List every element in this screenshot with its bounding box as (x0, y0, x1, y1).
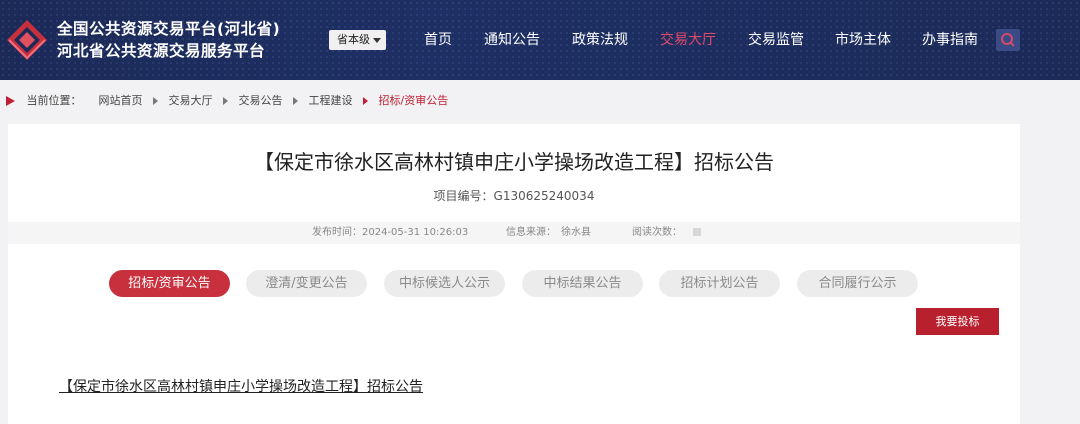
location-arrow-icon (6, 96, 15, 106)
info-source: 信息来源： 徐水县 (506, 227, 591, 238)
publish-time: 发布时间：2024-05-31 10:26:03 (312, 227, 469, 238)
breadcrumb-home[interactable]: 网站首页 (99, 92, 143, 110)
nav-trading-hall[interactable]: 交易大厅 (660, 30, 716, 50)
tab-tender-notice[interactable]: 招标/资审公告 (109, 270, 230, 297)
tab-candidates[interactable]: 中标候选人公示 (384, 270, 505, 297)
nav-policies[interactable]: 政策法规 (572, 30, 628, 50)
document-heading: 【保定市徐水区高林村镇申庄小学操场改造工程】招标公告 (59, 379, 423, 395)
chevron-down-icon (373, 38, 381, 43)
breadcrumb-trading-hall[interactable]: 交易大厅 (169, 92, 213, 110)
read-count-value (693, 228, 701, 236)
breadcrumb-current[interactable]: 招标/资审公告 (379, 92, 449, 110)
site-header: 全国公共资源交易平台(河北省) 河北省公共资源交易服务平台 省本级 首页 通知公… (0, 0, 1080, 80)
nav-notices[interactable]: 通知公告 (484, 30, 540, 50)
tab-award-result[interactable]: 中标结果公告 (522, 270, 643, 297)
chevron-right-icon (293, 97, 298, 105)
chevron-right-icon (363, 97, 368, 105)
chevron-right-icon (153, 97, 158, 105)
level-select[interactable]: 省本级 (329, 30, 386, 50)
article-meta: 发布时间：2024-05-31 10:26:03 信息来源： 徐水县 阅读次数： (8, 222, 1020, 244)
read-count-label: 阅读次数： (632, 227, 682, 238)
site-title-line1: 全国公共资源交易平台(河北省) (57, 20, 281, 38)
site-logo-icon[interactable] (5, 18, 49, 62)
nav-guide[interactable]: 办事指南 (922, 30, 978, 50)
nav-supervision[interactable]: 交易监管 (748, 30, 804, 50)
site-title[interactable]: 全国公共资源交易平台(河北省) 河北省公共资源交易服务平台 (57, 18, 280, 62)
search-button[interactable] (996, 29, 1020, 51)
search-icon (1001, 33, 1015, 47)
breadcrumb-engineering[interactable]: 工程建设 (309, 92, 353, 110)
tab-clarification[interactable]: 澄清/变更公告 (246, 270, 367, 297)
chevron-right-icon (223, 97, 228, 105)
tab-tender-plan[interactable]: 招标计划公告 (659, 270, 780, 297)
breadcrumb-label: 当前位置： (26, 94, 82, 107)
breadcrumb: 当前位置： 网站首页 交易大厅 交易公告 工程建设 招标/资审公告 (6, 92, 448, 110)
article-card: 【保定市徐水区高林村镇申庄小学操场改造工程】招标公告 项目编号：G1306252… (8, 124, 1020, 424)
bid-button[interactable]: 我要投标 (916, 308, 999, 335)
nav-market-entities[interactable]: 市场主体 (835, 30, 891, 50)
tab-contract-performance[interactable]: 合同履行公示 (797, 270, 918, 297)
breadcrumb-trading-notices[interactable]: 交易公告 (239, 92, 283, 110)
site-title-line2: 河北省公共资源交易服务平台 (57, 42, 266, 60)
nav-home[interactable]: 首页 (424, 30, 452, 50)
page-title: 【保定市徐水区高林村镇申庄小学操场改造工程】招标公告 (254, 150, 774, 174)
level-select-value: 省本级 (337, 33, 370, 46)
project-number: 项目编号：G130625240034 (433, 189, 595, 203)
